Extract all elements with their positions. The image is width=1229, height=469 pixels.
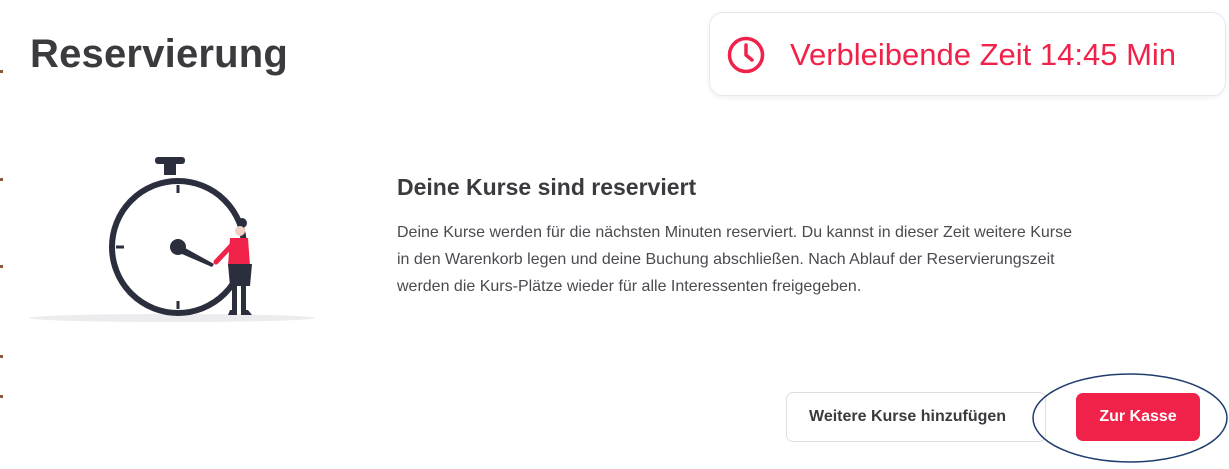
dialog-title: Reservierung — [30, 32, 289, 76]
description-line-2: in den Warenkorb legen und deine Buchung… — [397, 251, 1055, 268]
description-line-1: Deine Kurse werden für die nächsten Minu… — [397, 224, 1072, 241]
clock-icon — [727, 36, 765, 74]
reservation-description: Deine Kurse werden für die nächsten Minu… — [397, 219, 1197, 300]
description-line-3: werden die Kurs-Plätze wieder für alle I… — [397, 278, 862, 295]
reservation-heading: Deine Kurse sind reserviert — [397, 174, 697, 200]
stopwatch-person-illustration — [29, 157, 315, 322]
remaining-time-text: Verbleibende Zeit 14:45 Min — [790, 37, 1177, 72]
remaining-time-badge: Verbleibende Zeit 14:45 Min — [709, 12, 1226, 96]
reservation-dialog: Reservierung Verbleibende Zeit 14:45 Min… — [0, 0, 1229, 469]
left-edge-marks — [0, 0, 3, 469]
add-more-courses-button[interactable]: Weitere Kurse hinzufügen — [786, 392, 1046, 442]
checkout-button[interactable]: Zur Kasse — [1076, 393, 1200, 441]
